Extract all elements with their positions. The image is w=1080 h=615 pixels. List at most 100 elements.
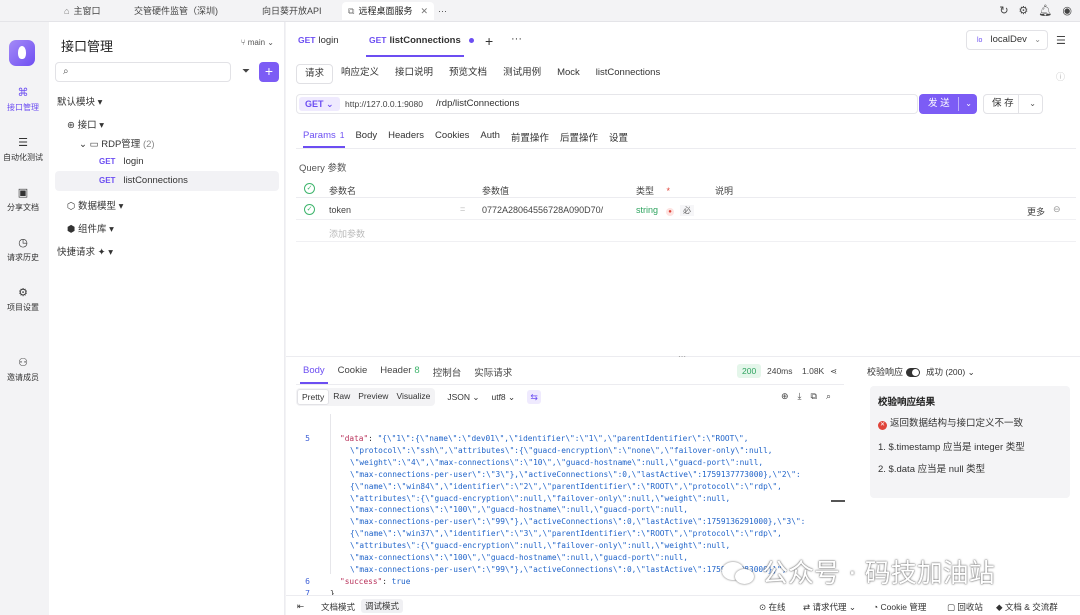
rail-item-settings[interactable]: ⚙ 项目设置	[0, 286, 46, 313]
drag-handle-icon[interactable]: =	[460, 204, 465, 214]
format-select[interactable]: JSON ⌄	[447, 392, 479, 403]
rail-item-share-doc[interactable]: ▣ 分享文档	[0, 186, 46, 213]
chevron-down-icon[interactable]: ⌄	[965, 94, 972, 114]
res-tab-body[interactable]: Body	[303, 365, 325, 379]
docs-button[interactable]: ◆ 文档 & 交流群	[996, 601, 1058, 613]
send-button[interactable]: 发 送 ⌄	[919, 94, 977, 114]
menu-icon[interactable]: ☰	[1056, 34, 1066, 47]
subtab-request[interactable]: 请求	[296, 64, 334, 84]
recycle-button[interactable]: ▢ 回收站	[947, 601, 983, 613]
locate-icon[interactable]: ⊕	[781, 391, 789, 402]
rail-item-history[interactable]: ◷ 请求历史	[0, 236, 46, 263]
copy-icon[interactable]: ⧉	[811, 391, 817, 402]
tab-headers[interactable]: Headers	[388, 130, 424, 144]
tab-cookies[interactable]: Cookies	[435, 130, 469, 144]
download-icon[interactable]: ⤓	[798, 391, 802, 402]
tree-components[interactable]: ⬢ 组件库 ▾	[67, 221, 114, 235]
param-type[interactable]: string ● 必	[636, 205, 695, 216]
env-icon: lo	[977, 37, 983, 44]
validation-toggle[interactable]	[906, 368, 921, 378]
validation-select[interactable]: 成功 (200) ⌄	[926, 367, 975, 377]
tab-pre-ops[interactable]: 前置操作	[511, 130, 549, 144]
encoding-select[interactable]: utf8 ⌄	[491, 392, 515, 403]
quick-request[interactable]: 快捷请求 ✦ ▾	[57, 244, 113, 258]
wrap-icon[interactable]: ⇆	[527, 390, 542, 404]
proxy-button[interactable]: ⇄ 请求代理 ⌄	[803, 601, 856, 613]
collapse-icon[interactable]: ⇤	[297, 601, 304, 612]
bell-icon[interactable]: 🔔︎	[1038, 4, 1052, 17]
res-tab-actual[interactable]: 实际请求	[474, 365, 512, 379]
share-icon[interactable]: ⋖	[830, 366, 837, 377]
search-input[interactable]	[76, 65, 226, 79]
subtab-mock[interactable]: Mock	[549, 64, 588, 84]
request-tab-listconnections[interactable]: GET listConnections	[369, 35, 474, 46]
url-host[interactable]: http://127.0.0.1:9080	[345, 99, 423, 109]
env-selector[interactable]: lo localDev ⌄	[966, 30, 1048, 50]
tab-post-ops[interactable]: 后置操作	[560, 130, 598, 144]
tree-data-model[interactable]: ⬡ 数据模型 ▾	[67, 198, 123, 212]
add-tab-icon[interactable]: +	[485, 33, 493, 49]
window-tab-rdp[interactable]: ⧉ 远程桌面服务 ✕	[342, 2, 434, 20]
scrollbar-thumb[interactable]	[831, 500, 845, 502]
save-button[interactable]: 保 存 ⌄	[983, 94, 1043, 114]
subtab-response-def[interactable]: 响应定义	[333, 64, 387, 84]
url-bar: GET ⌄ http://127.0.0.1:9080 /rdp/listCon…	[296, 94, 918, 114]
request-tab-login[interactable]: GET login	[298, 35, 339, 46]
gear-icon[interactable]: ⚙	[1019, 4, 1029, 17]
rail-item-api[interactable]: ⌘ 接口管理	[0, 86, 46, 113]
view-preview[interactable]: Preview	[354, 389, 392, 405]
remove-icon[interactable]: ⊖	[1053, 204, 1061, 215]
window-tab-traffic[interactable]: 交管硬件监管（深圳)	[128, 2, 224, 20]
filter-icon[interactable]: ⏷	[237, 63, 255, 81]
view-pretty[interactable]: Pretty	[297, 389, 330, 405]
subtab-preview-doc[interactable]: 预览文档	[441, 64, 495, 84]
view-raw[interactable]: Raw	[329, 389, 354, 405]
subtab-test-cases[interactable]: 测试用例	[495, 64, 549, 84]
active-tab-indicator	[366, 55, 464, 57]
rail-item-invite[interactable]: ⚇ 邀请成员	[0, 356, 46, 383]
param-value[interactable]: 0772A28064556728A090D70/	[482, 205, 603, 215]
chevron-down-icon[interactable]: ⌄	[1029, 95, 1036, 113]
tree-item-listconnections[interactable]: GET listConnections	[99, 175, 188, 186]
more-link[interactable]: 更多	[1027, 205, 1045, 218]
tab-auth[interactable]: Auth	[480, 130, 500, 144]
search-icon[interactable]: ⌕	[826, 391, 831, 402]
window-tab-sunflower[interactable]: 向日葵开放API	[256, 2, 328, 20]
row-checkbox[interactable]: ✓	[304, 204, 315, 215]
close-icon[interactable]: ✕	[420, 6, 428, 16]
tab-params[interactable]: Params 1	[303, 130, 344, 144]
resize-grip-icon[interactable]: ⋯	[678, 352, 686, 361]
add-button[interactable]: +	[259, 62, 279, 82]
res-tab-cookie[interactable]: Cookie	[338, 365, 368, 379]
url-path[interactable]: /rdp/listConnections	[436, 98, 519, 109]
validation-item: 2. $.data 应当是 null 类型	[878, 464, 986, 475]
debug-mode-button[interactable]: 调试模式	[361, 599, 404, 613]
res-tab-header[interactable]: Header 8	[380, 365, 419, 379]
tree-item-login[interactable]: GET login	[99, 156, 144, 167]
method-selector[interactable]: GET ⌄	[299, 97, 340, 111]
online-status[interactable]: ⊙ 在线	[759, 601, 786, 613]
user-icon[interactable]: ◉	[1062, 4, 1072, 17]
doc-mode-button[interactable]: 文档模式	[321, 601, 355, 613]
app-logo	[9, 40, 35, 66]
window-tab-home[interactable]: ⌂ 主窗口	[58, 2, 106, 20]
branch-selector[interactable]: ⑂ main ⌄	[241, 38, 274, 47]
subtab-api-desc[interactable]: 接口说明	[387, 64, 441, 84]
check-all-checkbox[interactable]: ✓	[304, 183, 315, 194]
tab-settings[interactable]: 设置	[609, 130, 628, 144]
chevron-down-icon: ⌄	[1034, 35, 1041, 44]
tab-body[interactable]: Body	[355, 130, 377, 144]
refresh-icon[interactable]: ↻	[999, 4, 1008, 17]
tree-root[interactable]: ⊛ 接口 ▾	[67, 117, 104, 131]
more-icon[interactable]: ···	[511, 33, 522, 45]
tree-folder[interactable]: ⌄ ▭ RDP管理 (2)	[79, 136, 155, 150]
default-module[interactable]: 默认模块 ▾	[57, 94, 102, 108]
add-param-input[interactable]: 添加参数	[329, 227, 365, 240]
param-name[interactable]: token	[329, 205, 351, 215]
view-visualize[interactable]: Visualize	[392, 389, 434, 405]
window-tab-more[interactable]: ···	[432, 2, 453, 20]
rail-item-auto-test[interactable]: ☰ 自动化测试	[0, 136, 46, 163]
res-tab-console[interactable]: 控制台	[433, 365, 462, 379]
cookie-button[interactable]: ◔ Cookie 管理	[873, 601, 926, 613]
info-icon[interactable]: ⓘ	[1056, 70, 1065, 83]
